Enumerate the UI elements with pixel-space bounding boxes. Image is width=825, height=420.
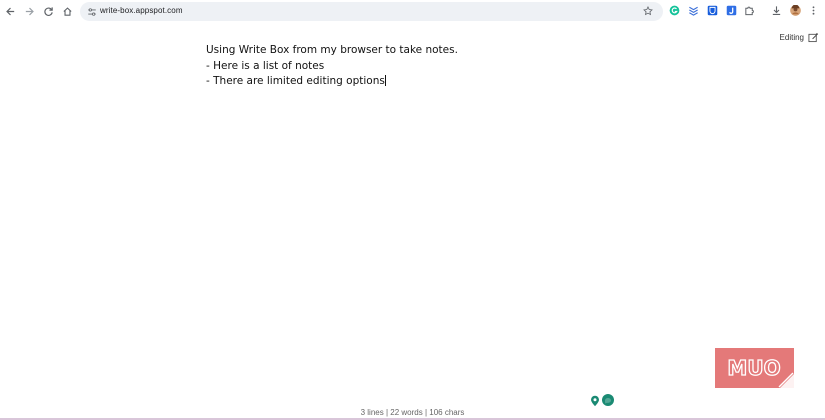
editor-line-text: - There are limited editing options bbox=[206, 75, 385, 87]
text-caret bbox=[384, 75, 386, 86]
puzzle-icon[interactable] bbox=[744, 5, 755, 16]
star-icon[interactable] bbox=[642, 5, 654, 17]
bitwarden-icon[interactable] bbox=[707, 5, 718, 16]
reload-icon[interactable] bbox=[41, 4, 56, 19]
forward-arrow-icon[interactable] bbox=[22, 4, 37, 19]
url-text[interactable]: write-box.appspot.com bbox=[100, 5, 183, 17]
grammarly-icon[interactable] bbox=[669, 5, 680, 16]
download-icon[interactable] bbox=[771, 5, 782, 16]
j-icon[interactable] bbox=[726, 5, 737, 16]
address-bar[interactable]: write-box.appspot.com bbox=[80, 2, 663, 21]
logo-text: MUO bbox=[727, 356, 780, 380]
editing-status[interactable]: Editing bbox=[780, 28, 819, 47]
muo-logo: MUO bbox=[715, 348, 794, 388]
layers-icon[interactable] bbox=[688, 5, 699, 16]
tune-icon[interactable] bbox=[86, 6, 97, 17]
editor-line: - Here is a list of notes bbox=[206, 59, 325, 72]
home-icon[interactable] bbox=[60, 4, 75, 19]
more-icon[interactable] bbox=[808, 5, 819, 16]
profile-avatar[interactable] bbox=[789, 4, 802, 17]
back-arrow-icon[interactable] bbox=[3, 4, 18, 19]
text-editor[interactable]: Using Write Box from my browser to take … bbox=[206, 43, 626, 90]
document-stats: 3 lines | 22 words | 106 chars bbox=[360, 408, 465, 417]
browser-toolbar: write-box.appspot.com bbox=[0, 0, 825, 23]
edit-pencil-icon[interactable] bbox=[808, 28, 819, 47]
editor-line: - There are limited editing options bbox=[206, 74, 626, 90]
editor-line: Using Write Box from my browser to take … bbox=[206, 44, 458, 56]
editing-label: Editing bbox=[779, 33, 804, 42]
